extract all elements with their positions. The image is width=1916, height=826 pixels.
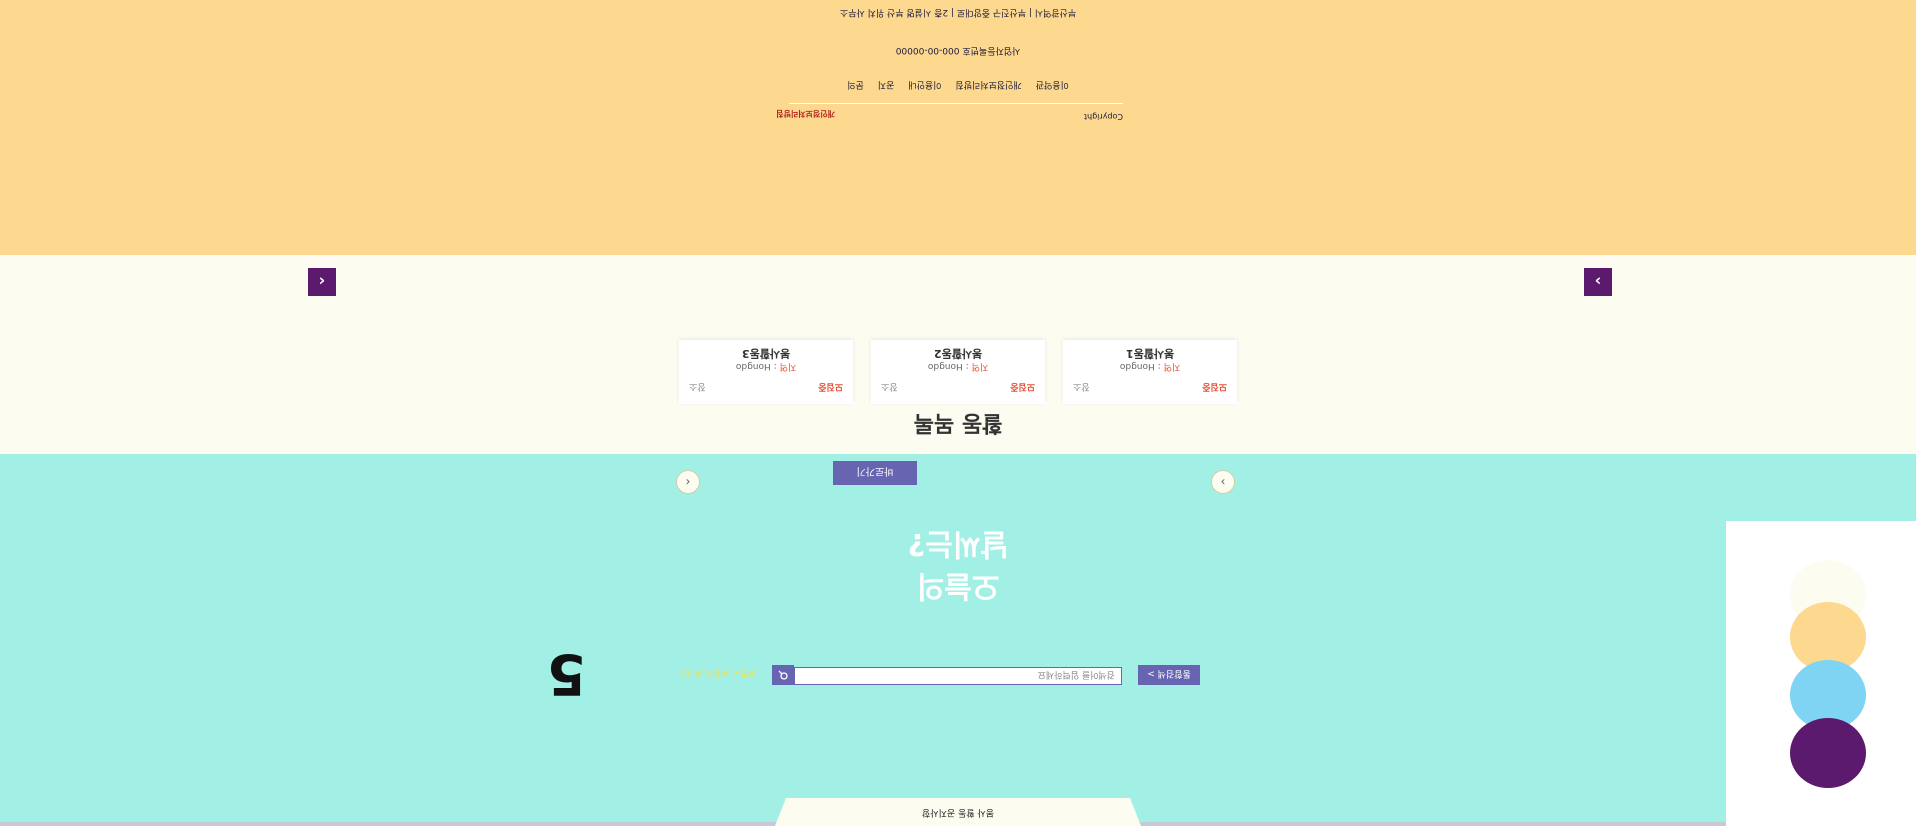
footer-link[interactable]: 이용약관 — [1036, 79, 1069, 92]
hero-title-line1: 오늘의 — [916, 568, 1000, 603]
hero-next-button[interactable]: › — [1211, 470, 1235, 494]
hero-cta-button[interactable]: 바로가기 — [833, 461, 917, 485]
search-input[interactable]: 검색어를 입력하세요 — [794, 667, 1122, 685]
footer-section — [0, 0, 1916, 255]
footer-link[interactable]: 이용안내 — [908, 79, 941, 92]
footer-copyright: Copyright — [1083, 112, 1123, 121]
card-name: 봉사활동2 — [933, 347, 983, 360]
footer-address: 부산광역시 | 부산진구 중앙대로 | 2층 시설명 부산 위치 사무소 — [839, 7, 1077, 17]
footer-business-number: 사업자등록번호 000-00-00000 — [895, 45, 1021, 55]
chevron-left-icon: ‹ — [318, 272, 326, 292]
card-region: 지역 : Hongdo — [735, 361, 797, 371]
card-region: 지역 : Hongdo — [1119, 361, 1181, 371]
activity-card[interactable]: 모집중 장소 지역 : Hongdo 봉사활동1 — [1063, 340, 1237, 404]
activity-card[interactable]: 모집중 장소 지역 : Hongdo 봉사활동2 — [871, 340, 1045, 404]
footer-link[interactable]: 문의 — [847, 79, 864, 92]
notice-tab-label: 봉사 활동 공지사항 — [922, 807, 994, 817]
footer-link[interactable]: 개인정보처리방침 — [955, 79, 1021, 92]
hero-prev-button[interactable]: ‹ — [676, 470, 700, 494]
chevron-right-icon: › — [1594, 272, 1602, 292]
activity-prev-button[interactable]: ‹ — [308, 268, 336, 296]
footer-links: 이용약관 개인정보처리방침 이용안내 공지 문의 — [0, 79, 1916, 92]
card-status: 모집중 — [818, 381, 843, 391]
footer-link[interactable]: 공지 — [878, 79, 895, 92]
footer-divider — [789, 103, 1123, 104]
color-palette-widget — [1726, 521, 1916, 826]
card-name: 봉사활동3 — [741, 347, 791, 360]
activity-title: 활동 목록 — [913, 410, 1003, 435]
footer-badge[interactable]: 개인정보처리방침 — [776, 108, 835, 119]
card-name: 봉사활동1 — [1125, 347, 1175, 360]
card-place: 장소 — [689, 381, 706, 391]
activity-next-button[interactable]: › — [1584, 268, 1612, 296]
chevron-right-icon: › — [1220, 475, 1226, 489]
palette-swatch[interactable] — [1790, 718, 1866, 788]
hero-section — [0, 454, 1916, 826]
card-status: 모집중 — [1202, 381, 1227, 391]
hero-hashtags: #봉사 #활동 #나눔 — [677, 667, 756, 677]
card-place: 장소 — [1073, 381, 1090, 391]
chevron-left-icon: ‹ — [685, 475, 691, 489]
activity-card[interactable]: 모집중 장소 지역 : Hongdo 봉사활동3 — [679, 340, 853, 404]
search-icon[interactable] — [772, 665, 794, 685]
big-number-badge: 5 — [547, 641, 586, 706]
card-status: 모집중 — [1010, 381, 1035, 391]
hero-title: 오늘의 날씨는? — [0, 522, 1916, 606]
card-region: 지역 : Hongdo — [927, 361, 989, 371]
search-submit-button[interactable]: 통합검색 > — [1138, 665, 1200, 685]
hero-title-line2: 날씨는? — [907, 526, 1009, 561]
card-place: 장소 — [881, 381, 898, 391]
